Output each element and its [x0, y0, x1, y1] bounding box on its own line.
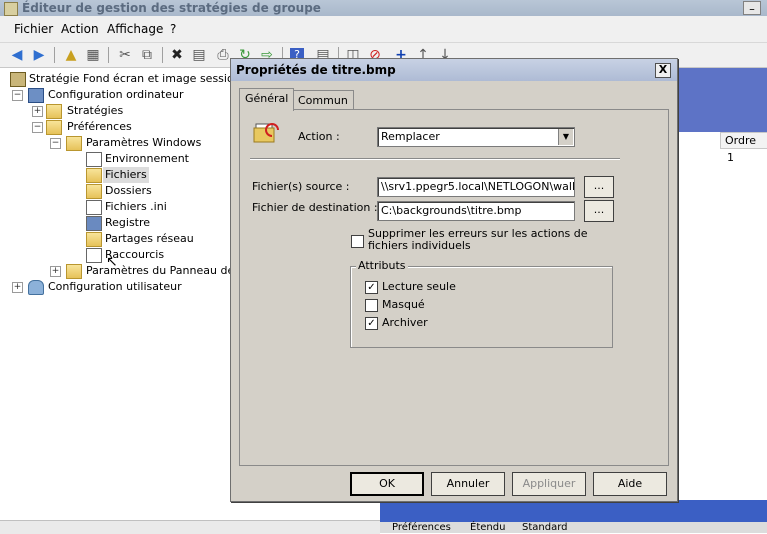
menu-bar: Fichier Action Affichage ?: [0, 16, 767, 43]
folder-icon: [46, 120, 62, 135]
hidden-label: Masqué: [382, 298, 425, 311]
computer-icon: [28, 88, 44, 103]
cut-icon[interactable]: ✂: [116, 46, 134, 64]
menu-action[interactable]: Action: [61, 22, 99, 36]
copy-icon[interactable]: ⧉: [138, 46, 156, 64]
list-cell-order: 1: [727, 151, 734, 164]
attributes-title: Attributs: [356, 259, 408, 272]
folder-icon: [66, 136, 82, 151]
files-icon: [86, 168, 102, 183]
environment-icon: [86, 152, 102, 167]
tab-commun[interactable]: Commun: [292, 90, 354, 110]
suppress-errors-checkbox[interactable]: [351, 235, 364, 248]
back-icon[interactable]: ◀: [8, 46, 26, 64]
archive-checkbox[interactable]: ✓: [365, 317, 378, 330]
forward-icon[interactable]: ▶: [30, 46, 48, 64]
folders-icon: [86, 184, 102, 199]
tab-general[interactable]: Général: [239, 88, 295, 111]
minimize-button[interactable]: _: [743, 1, 761, 15]
users-icon: [28, 280, 44, 295]
tree-item-label: Fichiers .ini: [105, 200, 167, 213]
hidden-checkbox[interactable]: [365, 299, 378, 312]
tree-user-config-label: Configuration utilisateur: [48, 280, 182, 293]
browse-destination-button[interactable]: ...: [584, 200, 614, 222]
column-order-label: Ordre: [725, 134, 757, 147]
collapse-icon[interactable]: −: [32, 122, 43, 133]
destination-label: Fichier de destination :: [252, 201, 378, 214]
file-action-icon: [253, 123, 279, 143]
dialog-title: Propriétés de titre.bmp: [236, 63, 396, 77]
browse-source-button[interactable]: ...: [584, 176, 614, 198]
action-select-value: Remplacer: [381, 130, 440, 143]
tree-computer-config-label: Configuration ordinateur: [48, 88, 184, 101]
show-tree-icon[interactable]: ▦: [84, 46, 102, 64]
menu-fichier[interactable]: Fichier: [14, 22, 53, 36]
collapse-icon[interactable]: −: [12, 90, 23, 101]
dialog-titlebar: Propriétés de titre.bmp X: [231, 59, 677, 81]
folder-icon: [46, 104, 62, 119]
pane-footer: [380, 500, 767, 523]
delete-icon[interactable]: ✖: [168, 46, 186, 64]
cancel-button[interactable]: Annuler: [431, 472, 505, 496]
close-button[interactable]: X: [655, 63, 671, 78]
expand-icon[interactable]: +: [32, 106, 43, 117]
tab-panel-general: Action : Remplacer ▼ Fichier(s) source :…: [239, 109, 669, 466]
tree-preferences-label: Préférences: [67, 120, 132, 133]
toolbar-separator: [54, 47, 55, 63]
ok-button[interactable]: OK: [350, 472, 424, 496]
tab-preferences[interactable]: Préférences: [392, 522, 451, 533]
view-tabs: Préférences Étendu Standard: [380, 522, 767, 533]
window-titlebar: Éditeur de gestion des stratégies de gro…: [0, 0, 767, 16]
tree-item-label: Partages réseau: [105, 232, 194, 245]
app-icon: [4, 2, 18, 16]
tree-item-label: Fichiers: [103, 167, 149, 183]
chevron-down-icon[interactable]: ▼: [558, 129, 573, 145]
suppress-errors-label: Supprimer les erreurs sur les actions de…: [368, 227, 588, 252]
tab-standard[interactable]: Standard: [522, 522, 568, 533]
folder-icon: [66, 264, 82, 279]
ini-file-icon: [86, 200, 102, 215]
tree-windows-params-label: Paramètres Windows: [86, 136, 202, 149]
source-input[interactable]: \\srv1.ppegr5.local\NETLOGON\wallpape: [377, 177, 575, 197]
tab-etendu[interactable]: Étendu: [470, 522, 505, 533]
help-button[interactable]: Aide: [593, 472, 667, 496]
expand-icon[interactable]: +: [12, 282, 23, 293]
tree-horizontal-scrollbar[interactable]: [0, 520, 380, 534]
tree-item-label: Dossiers: [105, 184, 152, 197]
destination-input[interactable]: C:\backgrounds\titre.bmp: [377, 201, 575, 221]
shortcut-icon: [86, 248, 102, 263]
toolbar-separator: [108, 47, 109, 63]
mouse-cursor-icon: ↖: [106, 254, 118, 270]
gpo-icon: [10, 72, 26, 87]
action-label: Action :: [298, 130, 340, 143]
window-title: Éditeur de gestion des stratégies de gro…: [22, 1, 321, 15]
network-share-icon: [86, 232, 102, 247]
registry-icon: [86, 216, 102, 231]
properties-icon[interactable]: ▤: [190, 46, 208, 64]
column-header-order[interactable]: Ordre: [720, 132, 767, 149]
archive-label: Archiver: [382, 316, 428, 329]
source-label: Fichier(s) source :: [252, 180, 350, 193]
menu-help[interactable]: ?: [170, 22, 176, 36]
expand-icon[interactable]: +: [50, 266, 61, 277]
up-folder-icon[interactable]: ▲: [62, 46, 80, 64]
tree-root-label: Stratégie Fond écran et image session/M: [29, 72, 254, 85]
readonly-checkbox[interactable]: ✓: [365, 281, 378, 294]
tree-item-label: Registre: [105, 216, 151, 229]
divider: [250, 158, 620, 160]
apply-button[interactable]: Appliquer: [512, 472, 586, 496]
attributes-group: Attributs ✓ Lecture seule Masqué ✓ Archi…: [350, 259, 613, 348]
collapse-icon[interactable]: −: [50, 138, 61, 149]
readonly-label: Lecture seule: [382, 280, 456, 293]
properties-dialog: Propriétés de titre.bmp X Général Commun…: [230, 58, 678, 502]
tree-item-label: Environnement: [105, 152, 189, 165]
toolbar-separator: [162, 47, 163, 63]
action-select[interactable]: Remplacer ▼: [377, 127, 575, 147]
menu-affichage[interactable]: Affichage: [107, 22, 163, 36]
tree-strategies-label: Stratégies: [67, 104, 124, 117]
